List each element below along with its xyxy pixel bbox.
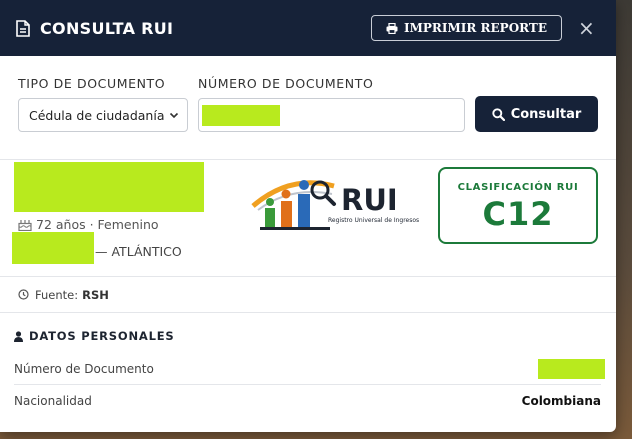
chevron-down-icon: [169, 112, 179, 119]
printer-icon: [386, 22, 398, 34]
source-label: Fuente:: [35, 287, 79, 302]
modal-title: CONSULTA RUI: [40, 18, 174, 38]
row-value: Colombiana: [521, 393, 601, 408]
search-icon: [492, 107, 505, 121]
classification-label: CLASIFICACIÓN RUI: [457, 182, 579, 193]
search-form: TIPO DE DOCUMENTO NÚMERO DE DOCUMENTO Cé…: [0, 56, 616, 160]
person-summary: 72 años · Femenino — ATLÁNTICO RUI Regis…: [0, 160, 616, 277]
source-line: Fuente: RSH: [0, 277, 616, 313]
modal-header: CONSULTA RUI IMPRIMIR REPORTE ×: [0, 0, 616, 56]
rui-brand-text: RUI: [341, 183, 398, 217]
doc-type-label: TIPO DE DOCUMENTO: [18, 76, 166, 91]
rui-logo: RUI Registro Universal de Ingresos: [250, 172, 425, 236]
close-icon[interactable]: ×: [578, 16, 595, 40]
doc-type-value: Cédula de ciudadanía: [29, 107, 165, 123]
birthday-cake-icon: [18, 219, 32, 231]
table-row: Nacionalidad Colombiana: [14, 385, 601, 416]
consult-button[interactable]: Consultar: [475, 96, 598, 132]
doc-number-input[interactable]: [198, 98, 465, 132]
consulta-rui-modal: CONSULTA RUI IMPRIMIR REPORTE × TIPO DE …: [0, 0, 616, 432]
print-report-button[interactable]: IMPRIMIR REPORTE: [371, 15, 562, 41]
redacted-person-name: [14, 162, 204, 212]
classification-box: CLASIFICACIÓN RUI C12: [438, 167, 598, 244]
personal-data-heading: DATOS PERSONALES: [14, 329, 174, 343]
row-label: Nacionalidad: [14, 393, 92, 408]
department-text: — ATLÁNTICO: [95, 244, 182, 259]
rui-subtitle-text: Registro Universal de Ingresos: [328, 217, 419, 224]
doc-type-select[interactable]: Cédula de ciudadanía: [18, 98, 188, 132]
redacted-document-number: [538, 359, 605, 379]
print-report-label: IMPRIMIR REPORTE: [404, 21, 547, 35]
age-gender-text: 72 años · Femenino: [36, 217, 159, 232]
redacted-municipality: [12, 232, 94, 264]
clock-icon: [18, 289, 29, 300]
personal-data-title: DATOS PERSONALES: [29, 329, 175, 343]
classification-value: C12: [482, 195, 554, 233]
redacted-doc-number: [202, 105, 280, 126]
document-icon: [16, 19, 30, 37]
age-gender: 72 años · Femenino: [18, 217, 159, 232]
source-value: RSH: [82, 287, 109, 302]
user-icon: [14, 330, 23, 342]
row-label: Número de Documento: [14, 362, 154, 376]
doc-number-label: NÚMERO DE DOCUMENTO: [198, 76, 374, 91]
consult-label: Consultar: [510, 106, 582, 122]
table-row: Número de Documento: [14, 354, 605, 385]
